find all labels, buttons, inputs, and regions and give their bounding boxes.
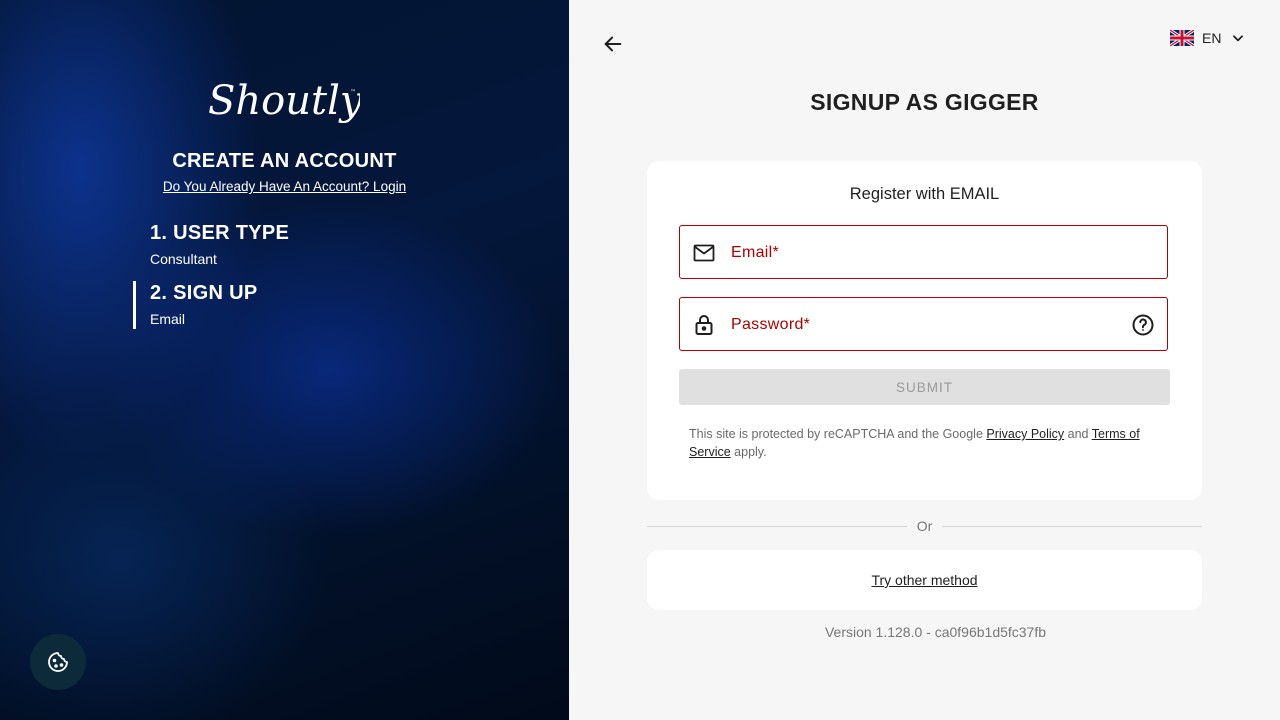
other-method-card: Try other method [647, 550, 1202, 610]
step-subtitle: Consultant [150, 251, 217, 267]
chevron-down-icon [1233, 35, 1244, 42]
create-account-title: CREATE AN ACCOUNT [172, 150, 397, 172]
divider-line [942, 525, 1202, 527]
uk-flag-icon [1170, 30, 1194, 46]
svg-text:Shoutly: Shoutly [208, 78, 360, 124]
recaptcha-text: This site is protected by reCAPTCHA and … [689, 427, 987, 441]
shoutly-logo: Shoutly ™ [208, 78, 360, 124]
recaptcha-text: and [1064, 427, 1092, 441]
step-subtitle: Email [150, 311, 186, 327]
recaptcha-notice: This site is protected by reCAPTCHA and … [689, 425, 1164, 461]
cookie-icon [48, 652, 68, 672]
step-user-type: 1. USER TYPE Consultant [150, 222, 289, 267]
language-code: EN [1202, 30, 1222, 46]
email-label: Email* [731, 244, 780, 261]
step-sign-up: 2. SIGN UP Email [150, 282, 257, 327]
password-label: Password* [731, 316, 811, 333]
step-title: 1. USER TYPE [150, 222, 290, 244]
or-divider: Or [647, 516, 1202, 536]
active-step-indicator [133, 281, 136, 329]
version-text: Version 1.128.0 - ca0f96b1d5fc37fb [824, 624, 1047, 640]
svg-text:™: ™ [350, 89, 356, 96]
submit-button[interactable]: SUBMIT [679, 369, 1170, 405]
register-card: Register with EMAIL Email* Password* SUB… [647, 161, 1202, 500]
divider-line [647, 525, 907, 527]
left-panel: Shoutly ™ CREATE AN ACCOUNT Do You Alrea… [0, 0, 569, 720]
step-title: 2. SIGN UP [150, 282, 258, 304]
mail-icon [693, 244, 715, 262]
recaptcha-text: apply. [730, 445, 767, 459]
cookie-settings-button[interactable] [30, 634, 86, 690]
language-selector[interactable]: EN [1170, 28, 1245, 48]
page-title: SIGNUP AS GIGGER [810, 89, 1039, 115]
password-field[interactable]: Password* [679, 297, 1168, 351]
arrow-left-icon [604, 36, 622, 52]
email-field[interactable]: Email* [679, 225, 1168, 279]
back-button[interactable] [600, 31, 626, 57]
try-other-method-link[interactable]: Try other method [871, 572, 977, 588]
privacy-policy-link[interactable]: Privacy Policy [986, 427, 1064, 441]
register-title: Register with EMAIL [849, 185, 1000, 203]
or-text: Or [916, 518, 933, 534]
help-circle-icon[interactable] [1131, 313, 1155, 337]
login-link[interactable]: Do You Already Have An Account? Login [0, 179, 569, 194]
lock-icon [695, 315, 713, 335]
